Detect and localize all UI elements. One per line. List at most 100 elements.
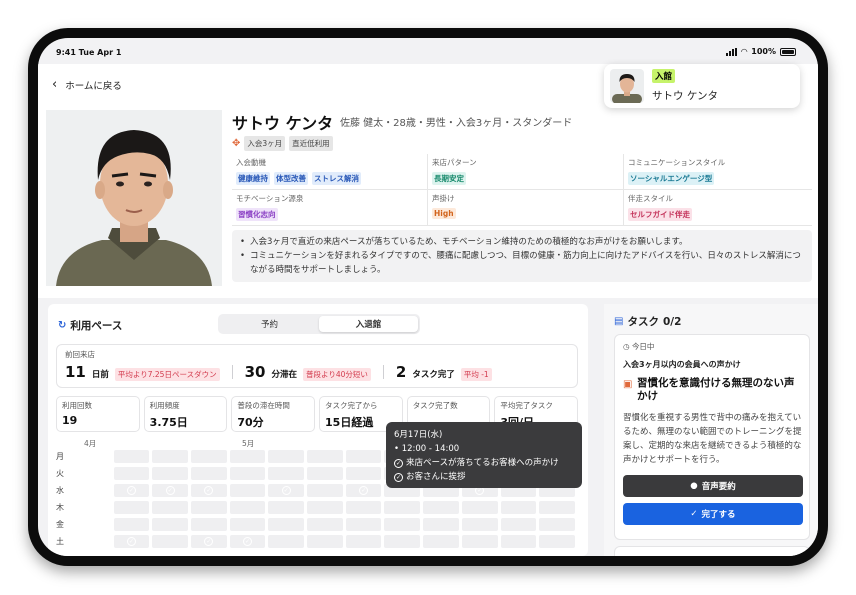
heatmap-cell[interactable]	[345, 466, 382, 480]
heatmap-cell[interactable]	[152, 534, 188, 548]
tasks-badge: 平均 -1	[460, 368, 492, 381]
last-visit-label: 前回来店	[65, 350, 95, 359]
heatmap-cell[interactable]	[113, 500, 150, 514]
heatmap-cell[interactable]	[268, 449, 305, 463]
stat-label: 利用頻度	[149, 401, 180, 410]
heatmap-tooltip: 6月17日(水) • 12:00 - 14:00 ✓ 来店ペースが落ちてるお客様へ…	[386, 422, 582, 488]
heatmap-cell[interactable]	[345, 534, 382, 548]
heatmap-cell[interactable]	[113, 449, 150, 463]
divider	[231, 365, 233, 379]
heatmap-cell[interactable]	[461, 500, 498, 514]
heatmap-cell[interactable]	[539, 500, 575, 514]
heatmap-cell[interactable]	[268, 517, 305, 531]
member-checkin-pill[interactable]: 入館 サトウ ケンタ	[604, 64, 800, 108]
weekday-label: 木	[56, 502, 64, 512]
note-item: 入会3ヶ月で直近の来店ペースが落ちているため、モチベーション維持のための積極的な…	[240, 235, 804, 249]
heatmap-cell[interactable]	[345, 449, 382, 463]
heatmap-cell[interactable]	[229, 449, 266, 463]
heatmap-cell[interactable]	[384, 517, 421, 531]
stat-label: 普段の滞在時間	[237, 401, 290, 410]
heatmap-cell[interactable]: ✓	[229, 534, 266, 548]
check-circle-icon: ✓	[126, 536, 136, 546]
heatmap-cell[interactable]	[190, 449, 227, 463]
heatmap-cell[interactable]	[384, 500, 421, 514]
member-avatar	[610, 69, 644, 103]
check-circle-icon: ✓	[204, 536, 214, 546]
heatmap-cell[interactable]	[152, 500, 188, 514]
heatmap-row: 土 ✓ ✓ ✓	[56, 533, 578, 550]
heatmap-cell[interactable]	[229, 483, 266, 497]
heatmap-cell[interactable]	[384, 534, 421, 548]
heatmap-cell[interactable]: ✓	[190, 483, 227, 497]
heatmap-cell[interactable]	[268, 534, 305, 548]
tab-reservation[interactable]: 予約	[220, 316, 319, 332]
heatmap-cell[interactable]	[190, 500, 227, 514]
heatmap-cell[interactable]	[152, 449, 188, 463]
attr-label: 来店パターン	[432, 158, 477, 167]
heatmap-cell[interactable]	[539, 534, 575, 548]
heatmap-cell[interactable]	[113, 517, 150, 531]
usage-title: ↻ 利用ペース	[58, 318, 122, 333]
staff-notes: 入会3ヶ月で直近の来店ペースが落ちているため、モチベーション維持のための積極的な…	[232, 230, 812, 282]
heatmap-cell[interactable]	[268, 466, 305, 480]
attr-label: コミュニケーションスタイル	[628, 158, 726, 167]
heatmap-cell[interactable]	[268, 500, 305, 514]
heatmap-cell[interactable]	[307, 483, 343, 497]
chevron-left-icon: ‹	[52, 77, 58, 92]
complete-button[interactable]: ✓ 完了する	[623, 503, 803, 525]
heatmap-cell[interactable]	[229, 500, 266, 514]
check-circle-icon: ✓	[394, 472, 403, 482]
heatmap-cell[interactable]	[307, 449, 343, 463]
member-tags: ✥ 入会3ヶ月 直近低利用	[232, 136, 333, 151]
member-subtitle: 佐藤 健太・28歳・男性・入会3ヶ月・スタンダード	[340, 118, 573, 129]
heatmap-cell[interactable]	[152, 517, 188, 531]
profile-section: サトウ ケンタ 佐藤 健太・28歳・男性・入会3ヶ月・スタンダード ✥ 入会3ヶ…	[38, 106, 818, 298]
usage-title-text: 利用ペース	[70, 320, 123, 332]
heatmap-cell[interactable]	[113, 466, 150, 480]
heatmap-cell[interactable]: ✓	[190, 534, 227, 548]
voice-summary-button[interactable]: ● 音声要約	[623, 475, 803, 497]
heatmap-cell[interactable]	[423, 517, 459, 531]
heatmap-cell[interactable]	[307, 534, 343, 548]
heatmap-cell[interactable]: ✓	[152, 483, 188, 497]
heatmap-cell[interactable]: ✓	[345, 483, 382, 497]
heatmap-cell[interactable]	[423, 500, 459, 514]
heatmap-cell[interactable]	[229, 517, 266, 531]
check-circle-icon: ✓	[394, 458, 403, 468]
heatmap-cell[interactable]	[152, 466, 188, 480]
attr-chip: ソーシャルエンゲージ型	[628, 172, 715, 185]
heatmap-cell[interactable]	[345, 517, 382, 531]
task-panel: ▤ タスク 0/2 ◷ 今日中 入会3ヶ月以内の会員への声かけ ▣ 習慣化を意識付…	[604, 304, 818, 556]
heatmap-cell[interactable]	[500, 500, 537, 514]
heatmap-cell[interactable]	[461, 517, 498, 531]
attr-motivation: モチベーション源泉 習慣化志向	[232, 190, 428, 226]
stat-value: 3.75日	[149, 416, 188, 429]
heatmap-cell[interactable]	[423, 534, 459, 548]
attr-chip: 習慣化志向	[236, 208, 278, 221]
back-button[interactable]: ‹ ホームに戻る	[52, 78, 122, 92]
heatmap-cell[interactable]	[307, 517, 343, 531]
tab-entry-exit[interactable]: 入退館	[319, 316, 418, 332]
heatmap-cell[interactable]	[190, 466, 227, 480]
heatmap-cell[interactable]	[539, 517, 575, 531]
check-circle-icon: ✓	[242, 536, 252, 546]
check-circle-icon: ✓	[165, 485, 175, 495]
stat-label: 平均完了タスク	[500, 401, 553, 410]
chat-icon: ▣	[623, 379, 633, 390]
heatmap-cell[interactable]	[229, 466, 266, 480]
check-circle-icon: ✓	[126, 485, 136, 495]
heatmap-cell[interactable]: ✓	[113, 483, 150, 497]
next-task-card[interactable]	[614, 546, 810, 556]
check-circle-icon: ✓	[281, 485, 291, 495]
heatmap-cell[interactable]: ✓	[268, 483, 305, 497]
heatmap-cell[interactable]	[345, 500, 382, 514]
heatmap-cell[interactable]	[307, 500, 343, 514]
heatmap-cell[interactable]	[307, 466, 343, 480]
status-bar: 9:41 Tue Apr 1 ◠ 100%	[38, 38, 818, 64]
heatmap-cell[interactable]	[461, 534, 498, 548]
heatmap-cell[interactable]	[190, 517, 227, 531]
heatmap-cell[interactable]: ✓	[113, 534, 150, 548]
complete-label: 完了する	[701, 510, 736, 520]
heatmap-cell[interactable]	[500, 517, 537, 531]
heatmap-cell[interactable]	[500, 534, 537, 548]
